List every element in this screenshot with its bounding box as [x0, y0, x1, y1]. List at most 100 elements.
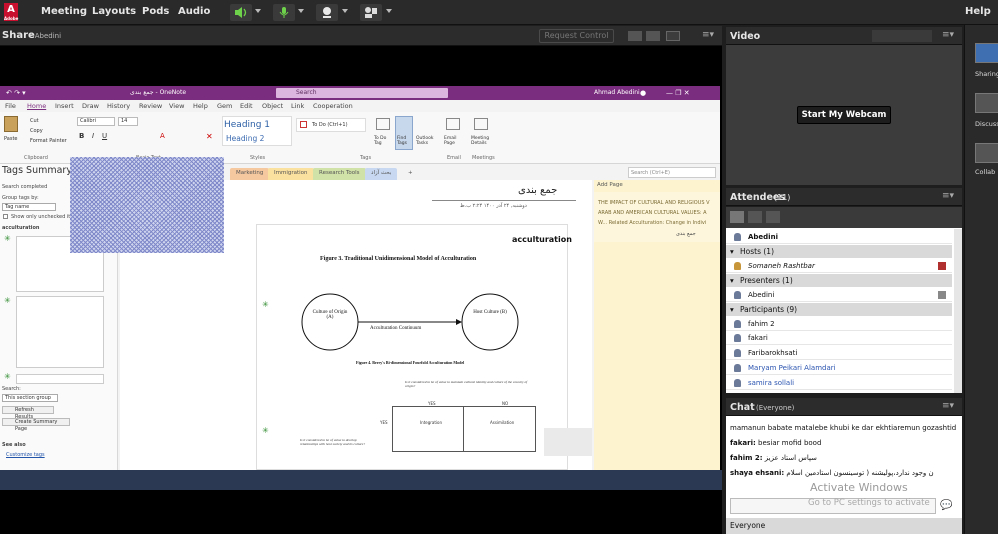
participant-row[interactable]: Maryam Peikari Alamdari [726, 361, 952, 375]
menu-view[interactable]: View [169, 102, 184, 110]
menu-history[interactable]: History [107, 102, 130, 110]
menu-link[interactable]: Link [291, 102, 304, 110]
microphone-caret-icon[interactable] [298, 9, 304, 13]
layout-discuss-thumb[interactable] [975, 93, 998, 113]
pod-options-icon[interactable]: ≡▾ [942, 191, 954, 201]
clear-format-icon[interactable]: ✕ [206, 132, 213, 141]
send-icon[interactable]: 💬 [940, 500, 952, 511]
create-summary-button[interactable]: Create Summary Page [2, 418, 70, 432]
menu-cooperation[interactable]: Cooperation [313, 102, 353, 110]
host-row[interactable]: Somaneh Rashtbar [726, 259, 952, 273]
page-item-3[interactable]: W... Related Acculturation: Change in In… [598, 220, 706, 226]
menu-audio[interactable]: Audio [178, 6, 210, 17]
speaker-caret-icon[interactable] [255, 9, 261, 13]
menu-help[interactable]: Help [965, 6, 991, 17]
page-item-1[interactable]: THE IMPACT OF CULTURAL AND RELIGIOUS V [598, 200, 710, 206]
tagged-item-thumbnail[interactable] [16, 374, 104, 384]
layout-collab-thumb[interactable] [975, 143, 998, 163]
video-layout-icons[interactable] [872, 30, 932, 42]
todo-tag-icon[interactable] [376, 118, 390, 130]
page-item-4[interactable]: جمع بندی [676, 231, 696, 237]
refresh-results-button[interactable]: Refresh Results [2, 406, 54, 420]
layout-discuss-label[interactable]: Discuss [975, 120, 998, 128]
tab-research-tools[interactable]: Research Tools [313, 168, 366, 180]
menu-layouts[interactable]: Layouts [92, 6, 136, 17]
participant-row[interactable]: fakari [726, 331, 952, 345]
font-size-select[interactable]: 14 [118, 117, 138, 126]
presenters-group[interactable]: ▾ Presenters (1) [726, 274, 952, 287]
menu-review[interactable]: Review [139, 102, 162, 110]
microphone-button[interactable] [273, 4, 295, 21]
request-control-button[interactable]: Request Control [539, 29, 614, 43]
bold-icon[interactable]: B [79, 132, 84, 140]
layout-sharing-thumb[interactable] [975, 43, 998, 63]
participant-row[interactable]: Faribarokhsati [726, 346, 952, 360]
menu-home[interactable]: Home [27, 102, 46, 110]
email-icon[interactable] [446, 118, 460, 130]
menu-draw[interactable]: Draw [82, 102, 99, 110]
page-search-input[interactable]: Search (Ctrl+E) [628, 167, 716, 178]
style-heading-2[interactable]: Heading 2 [226, 134, 264, 143]
menu-edit[interactable]: Edit [240, 102, 253, 110]
layout-collab-label[interactable]: Collab [975, 168, 995, 176]
start-webcam-button[interactable]: Start My Webcam [797, 106, 891, 124]
layout-wide-icon[interactable] [646, 31, 660, 41]
format-painter-button[interactable]: Format Painter [30, 138, 67, 144]
email-page-button[interactable]: Email Page [444, 136, 464, 146]
add-page-button[interactable]: Add Page [597, 182, 623, 188]
outlook-tasks-button[interactable]: Outlook Tasks [416, 136, 436, 146]
tab-free-discussion[interactable]: بحث آزاد [365, 168, 398, 180]
layout-sharing-label[interactable]: Sharing [975, 70, 998, 78]
tab-marketing[interactable]: Marketing [230, 168, 270, 180]
webcam-button[interactable] [316, 4, 338, 21]
menu-help-on[interactable]: Help [193, 102, 208, 110]
group-by-select[interactable]: Tag name [2, 203, 56, 211]
speaker-button[interactable] [230, 4, 252, 21]
hosts-group[interactable]: ▾ Hosts (1) [726, 245, 952, 258]
grid-view-icon[interactable] [748, 211, 762, 223]
menu-meeting[interactable]: Meeting [41, 6, 87, 17]
tagged-item-thumbnail[interactable] [16, 296, 104, 368]
pod-options-icon[interactable]: ≡▾ [942, 401, 954, 411]
paste-icon[interactable] [4, 116, 18, 132]
participant-row[interactable]: samira sollali [726, 376, 952, 390]
menu-object[interactable]: Object [262, 102, 283, 110]
tab-immigration[interactable]: Immigration [268, 168, 314, 180]
copy-button[interactable]: Copy [30, 128, 43, 134]
meeting-details-button[interactable]: Meeting Details [471, 136, 495, 146]
attendee-self[interactable]: Abedini [726, 230, 952, 244]
page-item-2[interactable]: ARAB AND AMERICAN CULTURAL VALUES: A [598, 210, 707, 216]
list-view-icon[interactable] [730, 211, 744, 223]
chat-recipient-select[interactable]: Everyone [726, 518, 962, 534]
todo-tag-button[interactable]: To Do Tag [374, 136, 394, 146]
pod-options-icon[interactable]: ≡▾ [702, 30, 714, 40]
menu-insert[interactable]: Insert [55, 102, 74, 110]
status-caret-icon[interactable] [386, 9, 392, 13]
menu-file[interactable]: File [5, 102, 16, 110]
attendee-scrollbar[interactable] [954, 229, 962, 393]
underline-icon[interactable]: U [102, 132, 107, 140]
style-heading-1[interactable]: Heading 1 [224, 120, 270, 130]
fullscreen-icon[interactable] [666, 31, 680, 41]
raise-hand-button[interactable] [360, 4, 382, 21]
menu-pods[interactable]: Pods [142, 6, 169, 17]
meeting-icon[interactable] [474, 118, 488, 130]
presenter-row[interactable]: Abedini [726, 288, 952, 302]
font-color-icon[interactable]: A [160, 132, 165, 140]
cut-button[interactable]: Cut [30, 118, 39, 124]
font-select[interactable]: Calibri [77, 117, 115, 126]
undo-icon[interactable]: ↶ ↷ ▾ [6, 89, 26, 97]
participants-group[interactable]: ▾ Participants (9) [726, 303, 952, 316]
layout-icon[interactable] [628, 31, 642, 41]
onenote-search[interactable]: Search [276, 88, 448, 98]
menu-gem[interactable]: Gem [217, 102, 232, 110]
customize-tags-link[interactable]: Customize tags [6, 452, 45, 458]
italic-icon[interactable]: I [92, 132, 94, 140]
window-controls[interactable]: — ❐ ✕ [666, 89, 690, 97]
webcam-caret-icon[interactable] [342, 9, 348, 13]
todo-tag-item[interactable]: To Do (Ctrl+1) [312, 122, 348, 128]
status-view-icon[interactable] [766, 211, 780, 223]
search-scope-select[interactable]: This section group [2, 394, 58, 402]
show-unchecked-checkbox[interactable] [3, 214, 8, 219]
participant-row[interactable]: fahim 2 [726, 317, 952, 331]
